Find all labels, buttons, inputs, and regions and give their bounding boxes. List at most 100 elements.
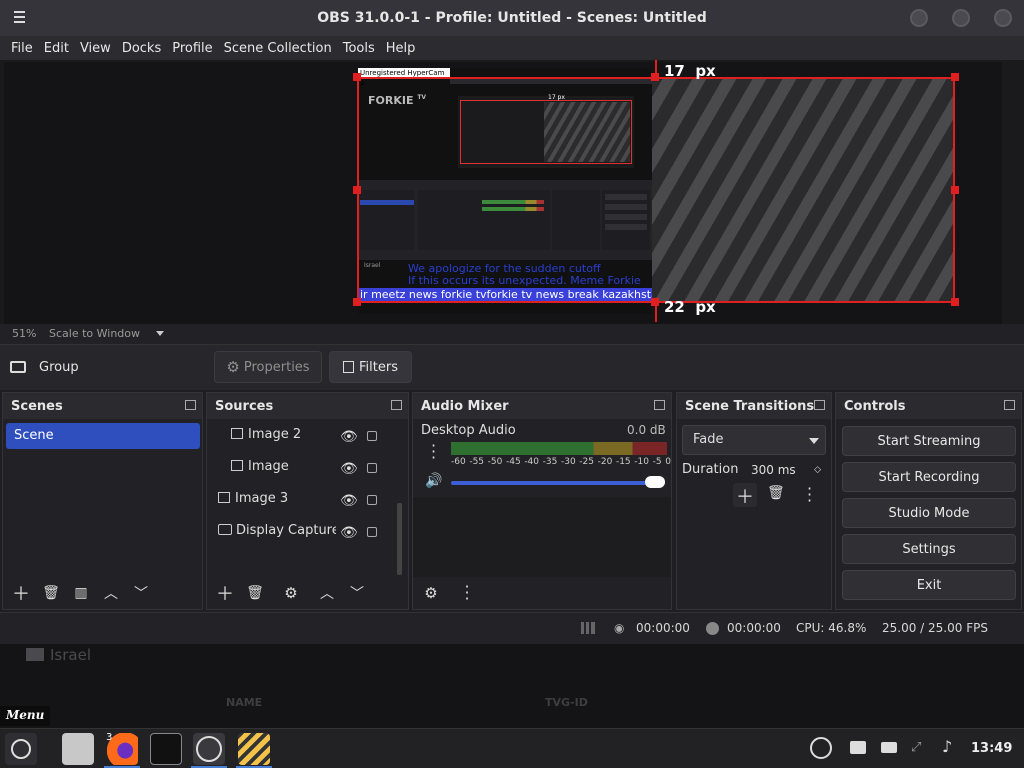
close-button[interactable] <box>994 9 1012 27</box>
lock-icon[interactable] <box>367 463 377 473</box>
menu-profile[interactable]: Profile <box>172 41 212 56</box>
vertical-dots-icon[interactable]: · · · <box>431 438 436 466</box>
eye-icon[interactable]: 👁 <box>340 525 358 541</box>
chevron-down-icon[interactable]: ﹀ <box>345 581 369 605</box>
obs-tray-icon[interactable] <box>810 737 832 759</box>
menu-file[interactable]: File <box>11 41 33 56</box>
audio-mixer-dock: Audio Mixer Desktop Audio 0.0 dB · · · -60… <box>412 392 672 610</box>
dock-float-icon[interactable] <box>654 400 665 410</box>
mixer-toolbar: ⚙ · · · <box>419 579 485 607</box>
zoom-mode-select[interactable]: Scale to Window <box>49 327 140 340</box>
resize-handle-tl[interactable] <box>353 73 361 81</box>
app-menu-icon[interactable] <box>5 733 37 765</box>
chevron-down-icon <box>809 438 819 444</box>
start-recording-button[interactable]: Start Recording <box>842 462 1016 492</box>
scene-item[interactable]: Scene <box>6 423 200 449</box>
status-bar: ◉ 00:00:00 00:00:00 CPU: 46.8% 25.00 / 2… <box>0 612 1024 644</box>
gear-icon[interactable]: ⚙ <box>419 581 443 605</box>
chevron-down-icon[interactable] <box>156 331 164 336</box>
taskbar: 3 ⤢ ♪ 13:49 <box>0 728 1024 768</box>
filters-button[interactable]: Filters <box>329 351 412 383</box>
lock-icon[interactable] <box>367 527 377 537</box>
image-icon <box>231 428 243 439</box>
chevron-down-icon[interactable]: ﹀ <box>129 581 153 605</box>
trash-icon[interactable]: 🗑 <box>243 581 267 605</box>
duration-spinbox[interactable]: 300 ms ◇ <box>743 459 827 481</box>
settings-button[interactable]: Settings <box>842 534 1016 564</box>
dock-float-icon[interactable] <box>1004 400 1015 410</box>
chevron-up-icon[interactable]: ︿ <box>315 581 339 605</box>
scene-filters-icon[interactable]: ▥ <box>69 581 93 605</box>
video-editor-icon[interactable] <box>238 733 270 765</box>
lock-icon[interactable] <box>367 495 377 505</box>
speaker-icon[interactable]: 🔊 <box>425 473 442 489</box>
trash-icon[interactable]: 🗑 <box>39 581 63 605</box>
volume-slider[interactable] <box>451 481 665 485</box>
scene-transitions-header: Scene Transitions <box>677 393 831 419</box>
keyboard-icon[interactable] <box>881 742 897 753</box>
offset-line-bottom <box>655 302 657 322</box>
column-name: NAME <box>226 696 263 709</box>
gear-icon[interactable]: ⚙ <box>279 581 303 605</box>
eye-icon[interactable]: 👁 <box>340 461 358 477</box>
vertical-dots-icon[interactable]: · · · <box>455 579 479 607</box>
eye-icon[interactable]: 👁 <box>340 429 358 445</box>
group-selection-box[interactable] <box>357 77 955 303</box>
broadcast-icon: ◉ <box>614 621 625 635</box>
eye-icon[interactable]: 👁 <box>340 493 358 509</box>
resize-handle-bl[interactable] <box>353 298 361 306</box>
printer-icon[interactable] <box>850 741 866 754</box>
minimize-button[interactable] <box>910 9 928 27</box>
volume-slider-handle[interactable] <box>645 476 665 488</box>
spin-arrows-icon[interactable]: ◇ <box>814 459 821 481</box>
context-bar: Group ⚙ Properties Filters <box>0 344 1024 390</box>
record-icon <box>706 622 719 635</box>
exit-button[interactable]: Exit <box>842 570 1016 600</box>
vertical-dots-icon[interactable]: · · · <box>807 481 812 509</box>
dock-float-icon[interactable] <box>185 400 196 410</box>
gear-icon: ⚙ <box>226 358 240 376</box>
resize-handle-mr[interactable] <box>951 186 959 194</box>
source-row[interactable]: Display Capture <box>218 523 336 543</box>
properties-button[interactable]: ⚙ Properties <box>214 351 322 383</box>
start-streaming-button[interactable]: Start Streaming <box>842 426 1016 456</box>
add-scene-icon[interactable]: ＋ <box>9 581 33 605</box>
add-source-icon[interactable]: ＋ <box>213 581 237 605</box>
obs-icon[interactable] <box>193 733 225 765</box>
transition-select[interactable]: Fade <box>682 425 826 455</box>
menu-edit[interactable]: Edit <box>44 41 69 56</box>
file-manager-icon[interactable] <box>62 733 94 765</box>
resize-handle-ml[interactable] <box>353 186 361 194</box>
network-icon[interactable]: ⤢ <box>911 740 921 755</box>
menu-help[interactable]: Help <box>386 41 416 56</box>
duration-label: Duration <box>682 462 739 477</box>
sources-scrollbar[interactable] <box>397 503 402 575</box>
meter-ticks: -60 -55 -50 -45 -40 -35 -30 -25 -20 -15 … <box>451 457 671 467</box>
trash-icon[interactable]: 🗑 <box>767 485 785 501</box>
chevron-up-icon[interactable]: ︿ <box>99 581 123 605</box>
menu-docks[interactable]: Docks <box>122 41 161 56</box>
lock-icon[interactable] <box>367 431 377 441</box>
terminal-icon[interactable] <box>150 733 182 765</box>
studio-mode-button[interactable]: Studio Mode <box>842 498 1016 528</box>
dock-float-icon[interactable] <box>391 400 402 410</box>
music-note-icon[interactable]: ♪ <box>942 737 952 756</box>
clock[interactable]: 13:49 <box>971 741 1012 756</box>
resize-handle-tr[interactable] <box>951 73 959 81</box>
selected-source-label: Group <box>39 360 79 375</box>
filter-icon <box>343 361 355 373</box>
maximize-button[interactable] <box>952 9 970 27</box>
scenes-title: Scenes <box>11 398 63 414</box>
dock-float-icon[interactable] <box>814 400 825 410</box>
taskbar-menu-tooltip: Menu <box>0 706 51 726</box>
controls-header: Controls <box>836 393 1021 419</box>
menu-bar: File Edit View Docks Profile Scene Colle… <box>0 36 1024 60</box>
scenes-header: Scenes <box>3 393 202 419</box>
menu-tools[interactable]: Tools <box>343 41 375 56</box>
add-transition-icon[interactable]: ＋ <box>733 483 757 508</box>
menu-scene-collection[interactable]: Scene Collection <box>224 41 332 56</box>
cpu-usage: CPU: 46.8% <box>796 621 867 635</box>
menu-view[interactable]: View <box>80 41 111 56</box>
resize-handle-br[interactable] <box>951 298 959 306</box>
mixer-empty-area <box>413 497 671 577</box>
